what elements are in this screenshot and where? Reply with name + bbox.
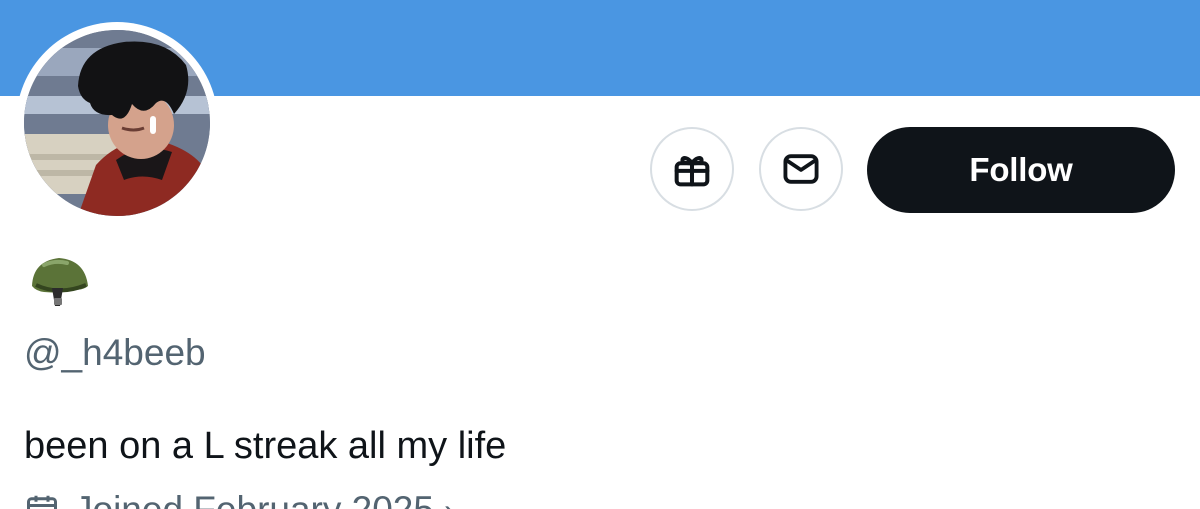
follow-button[interactable]: Follow — [867, 127, 1175, 213]
display-name — [24, 246, 94, 316]
avatar-illustration — [24, 30, 210, 216]
joined-text: Joined February 2025 — [74, 489, 434, 509]
avatar[interactable] — [24, 30, 210, 216]
military-helmet-icon — [32, 258, 88, 306]
calendar-icon — [24, 492, 60, 509]
joined-date: Joined February 2025 › — [24, 489, 455, 509]
avatar-border — [16, 22, 218, 224]
gift-button[interactable] — [650, 127, 734, 211]
gift-icon — [674, 156, 710, 187]
profile-header: Follow @_h4beeb been on a L streak all m… — [0, 0, 1200, 509]
message-button[interactable] — [759, 127, 843, 211]
envelope-icon — [783, 154, 819, 184]
profile-bio: been on a L streak all my life — [24, 425, 507, 467]
joined-chevron-icon[interactable]: › — [444, 492, 455, 509]
profile-handle: @_h4beeb — [24, 332, 206, 373]
